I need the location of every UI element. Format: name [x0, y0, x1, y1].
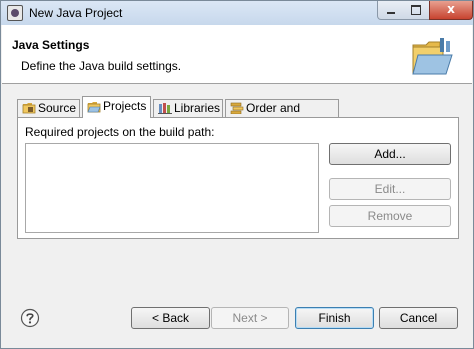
tab-order-and-export[interactable]: Order and Export: [225, 99, 339, 132]
cancel-button[interactable]: Cancel: [379, 307, 458, 329]
title-bar[interactable]: New Java Project x: [1, 1, 473, 25]
window-title: New Java Project: [29, 6, 123, 20]
page-title: Java Settings: [12, 38, 90, 52]
tab-source[interactable]: Source: [17, 99, 80, 117]
order-export-icon: [230, 102, 244, 114]
eclipse-app-icon: [7, 5, 23, 21]
back-button[interactable]: < Back: [131, 307, 210, 329]
projects-tab-panel: Required projects on the build path: Add…: [17, 117, 459, 239]
projects-folder-icon: [87, 102, 101, 113]
edit-project-button[interactable]: Edit...: [329, 178, 451, 200]
new-java-project-dialog: New Java Project x Java Settings Define …: [0, 0, 474, 349]
page-description: Define the Java build settings.: [21, 59, 182, 73]
required-projects-label: Required projects on the build path:: [25, 125, 215, 139]
source-folder-icon: [22, 103, 36, 114]
tab-projects[interactable]: Projects: [82, 96, 151, 118]
libraries-icon: [158, 103, 172, 114]
tab-label: Projects: [103, 99, 147, 113]
tab-label: Libraries: [174, 101, 221, 115]
add-project-button[interactable]: Add...: [329, 143, 451, 165]
java-project-folder-icon: [412, 38, 453, 75]
tab-libraries[interactable]: Libraries: [153, 99, 223, 117]
close-button[interactable]: x: [429, 1, 473, 20]
finish-button[interactable]: Finish: [295, 307, 374, 329]
remove-project-button[interactable]: Remove: [329, 205, 451, 227]
help-icon[interactable]: [20, 308, 40, 328]
next-button[interactable]: Next >: [211, 307, 289, 329]
maximize-button[interactable]: [403, 1, 430, 20]
minimize-button[interactable]: [377, 1, 405, 20]
tab-label: Source: [38, 101, 77, 115]
wizard-header: Java Settings Define the Java build sett…: [2, 25, 472, 84]
close-icon: x: [447, 2, 455, 16]
required-projects-list[interactable]: [25, 143, 319, 233]
